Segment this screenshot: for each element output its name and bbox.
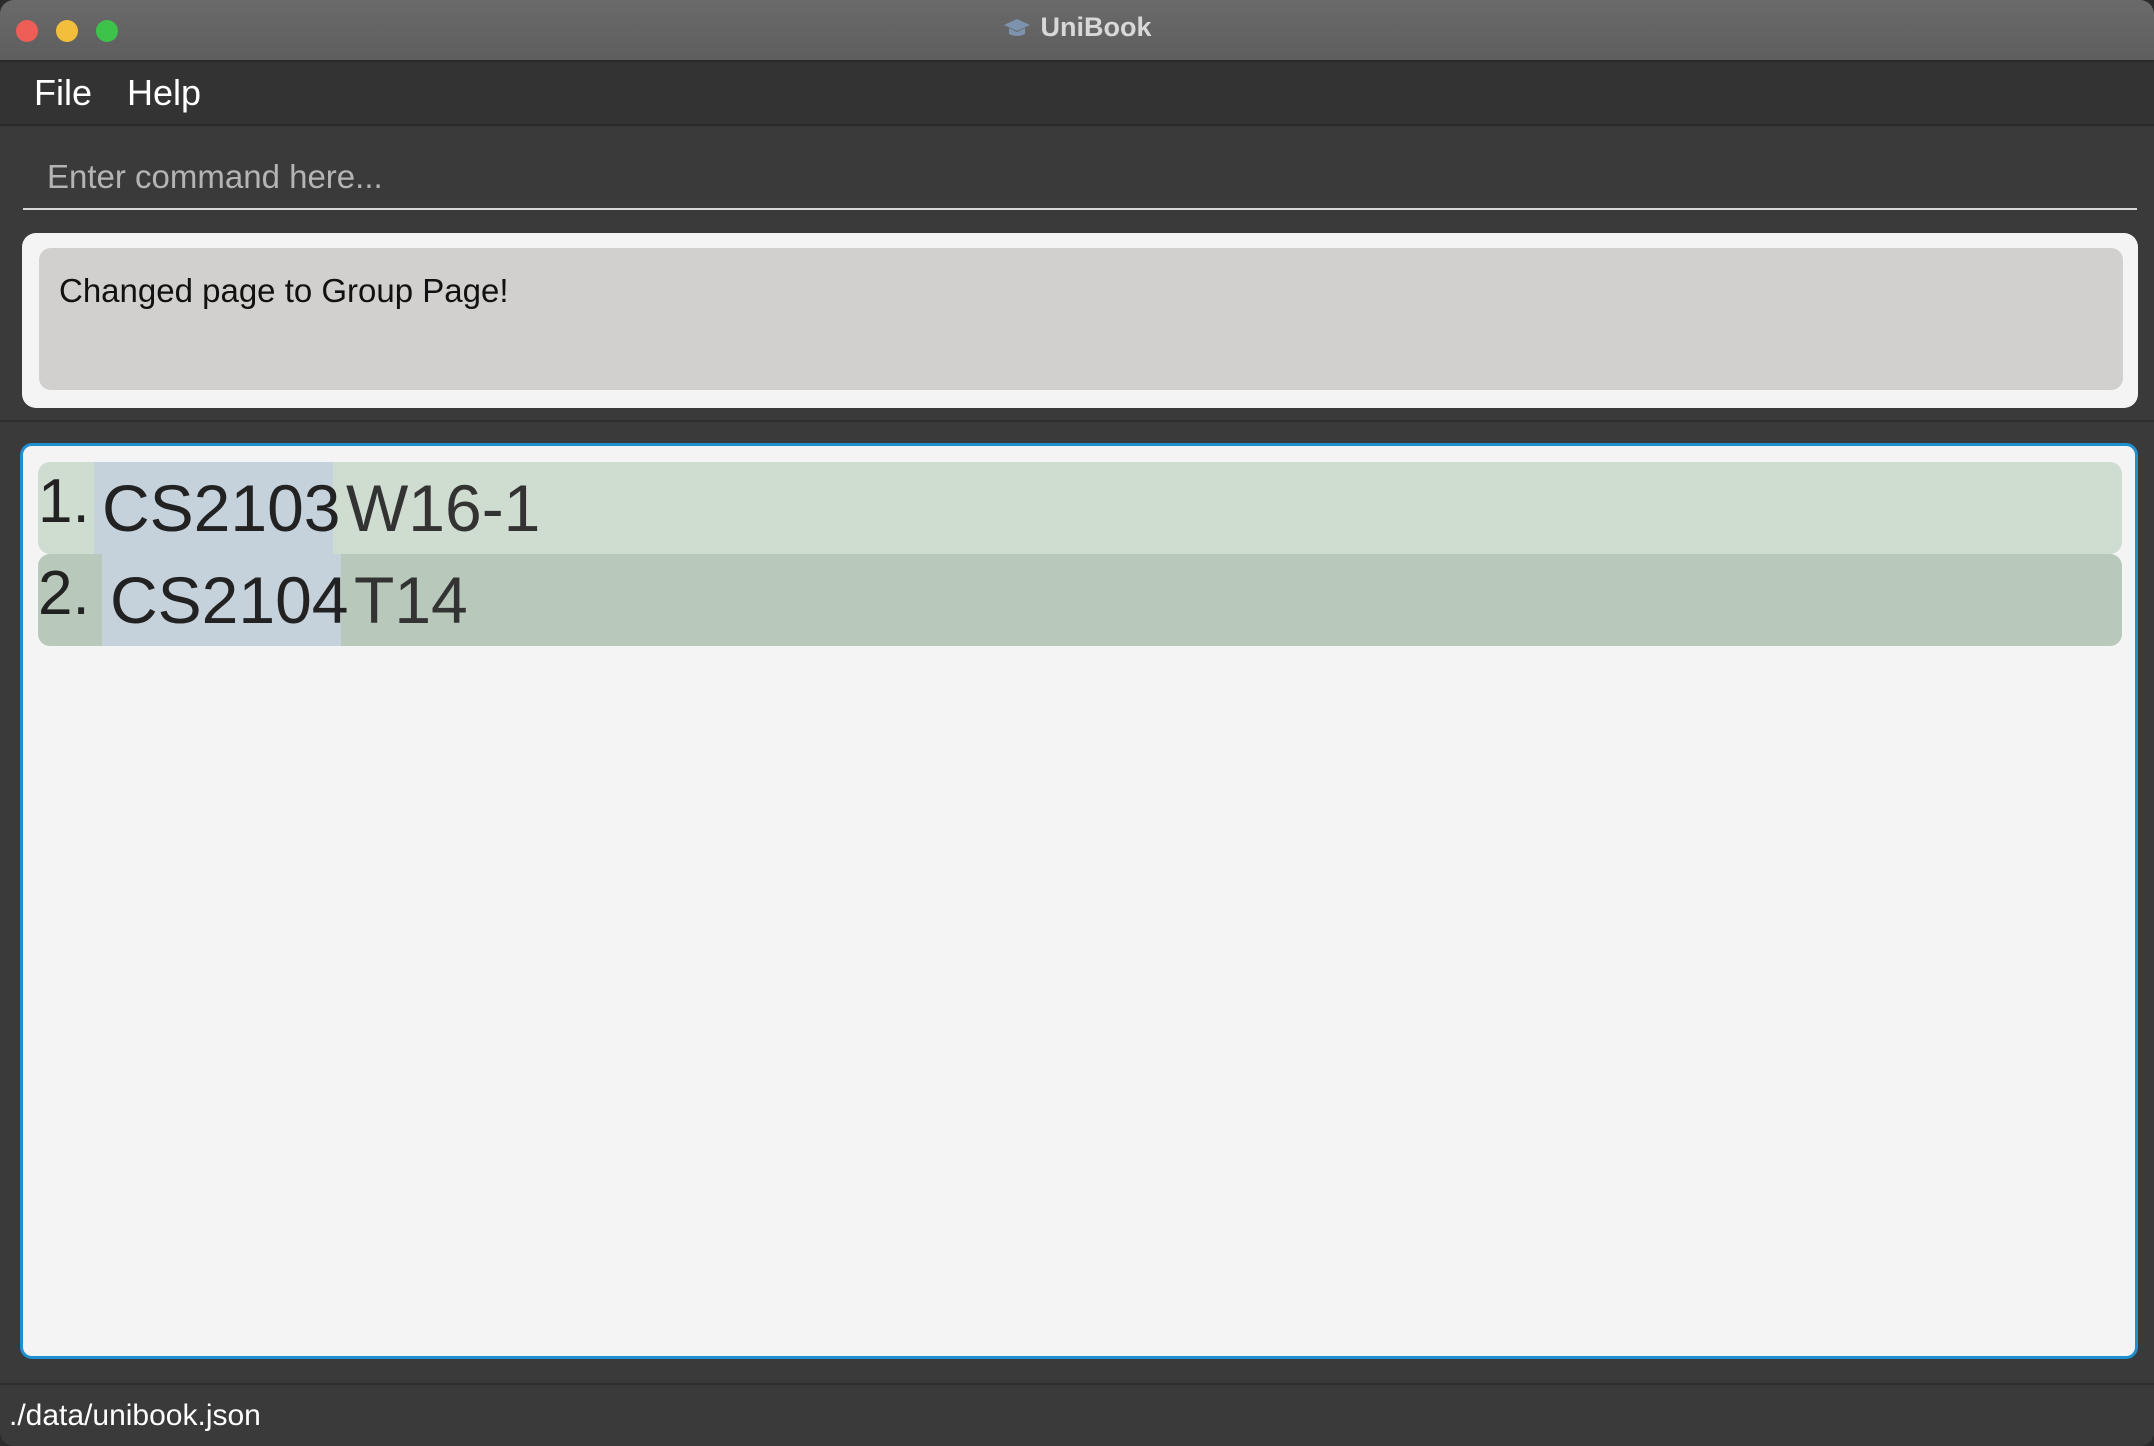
- command-input[interactable]: [23, 146, 2137, 210]
- save-location-path: ./data/unibook.json: [9, 1399, 261, 1432]
- divider: [0, 420, 2154, 422]
- list-item-index: 2.: [38, 559, 90, 628]
- window-title: UniBook: [0, 12, 2154, 43]
- menu-bar: File Help: [0, 62, 2154, 126]
- command-box: [0, 126, 2154, 222]
- title-bar[interactable]: UniBook: [0, 0, 2154, 62]
- result-display: Changed page to Group Page!: [22, 233, 2138, 408]
- list-item[interactable]: 1. CS2103 W16-1: [38, 462, 2122, 554]
- result-message: Changed page to Group Page!: [59, 272, 509, 309]
- group-name: T14: [354, 563, 468, 637]
- group-name: W16-1: [346, 471, 541, 545]
- menu-file[interactable]: File: [34, 72, 92, 114]
- module-code-tag: CS2104: [102, 554, 349, 646]
- status-bar: ./data/unibook.json: [0, 1383, 2154, 1446]
- result-text-area[interactable]: Changed page to Group Page!: [39, 248, 2123, 390]
- list-item[interactable]: 2. CS2104 T14: [38, 554, 2122, 646]
- group-list-panel[interactable]: 1. CS2103 W16-1 2. CS2104 T14: [20, 443, 2138, 1359]
- list-item-index: 1.: [38, 467, 90, 536]
- app-window: UniBook File Help Changed page to Group …: [0, 0, 2154, 1446]
- graduation-cap-icon: [1003, 19, 1030, 36]
- menu-help[interactable]: Help: [127, 72, 201, 114]
- window-title-text: UniBook: [1040, 12, 1152, 42]
- module-code-tag: CS2103: [94, 462, 341, 554]
